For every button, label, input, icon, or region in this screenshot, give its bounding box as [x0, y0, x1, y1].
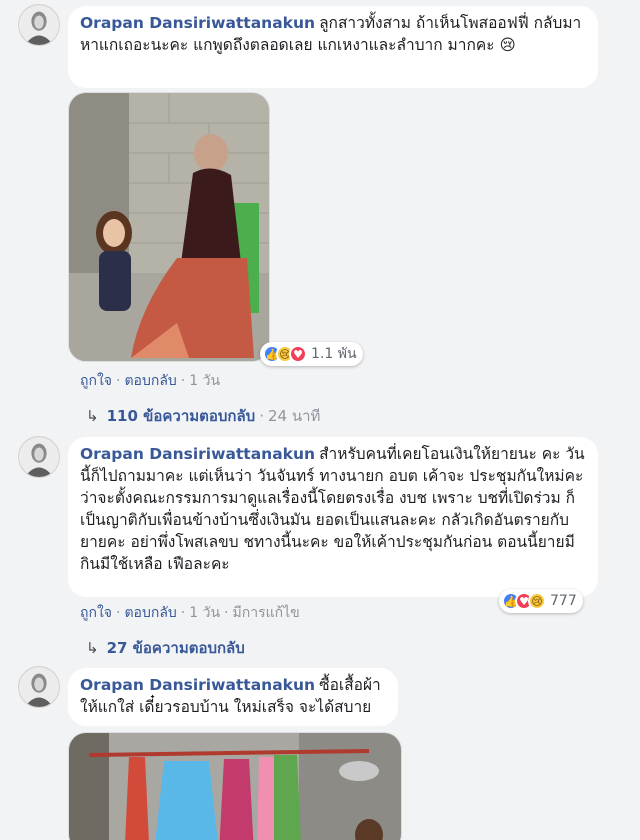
comment-actions: ถูกใจ · ตอบกลับ · 1 วัน — [80, 370, 220, 392]
sad-icon: 😢 — [528, 592, 546, 610]
comment-bubble: Orapan Dansiriwattanakun ซื้อเสื้อผ้าให้แ… — [68, 668, 398, 726]
separator: · — [259, 407, 264, 425]
avatar[interactable] — [18, 4, 60, 46]
comment-bubble: Orapan Dansiriwattanakun สำหรับคนที่เคยโอ… — [68, 437, 598, 597]
separator: · — [116, 373, 121, 389]
separator: · — [180, 605, 186, 621]
comment-text: สำหรับคนที่เคยโอนเงินให้ยายนะ คะ วันนี้ก… — [80, 445, 585, 573]
reaction-count: 1.1 พัน — [311, 346, 357, 362]
replies-count-link[interactable]: 110 ข้อความตอบกลับ — [107, 407, 256, 425]
reaction-summary[interactable]: 👍 😢 ♥ 1.1 พัน — [260, 342, 363, 366]
avatar[interactable] — [18, 436, 60, 478]
reply-button[interactable]: ตอบกลับ — [124, 373, 176, 389]
comment-author[interactable]: Orapan Dansiriwattanakun — [80, 14, 315, 32]
comment-author[interactable]: Orapan Dansiriwattanakun — [80, 445, 315, 463]
separator: · — [224, 605, 229, 621]
avatar[interactable] — [18, 666, 60, 708]
replies-count-link[interactable]: 27 ข้อความตอบกลับ — [107, 639, 245, 657]
comment-timestamp[interactable]: 1 วัน — [189, 373, 220, 389]
reaction-count: 777 — [550, 593, 577, 609]
reply-arrow-icon: ↳ — [86, 639, 99, 657]
view-replies[interactable]: ↳ 27 ข้อความตอบกลับ — [86, 636, 245, 660]
reply-arrow-icon: ↳ — [86, 407, 99, 425]
replies-timestamp: 24 นาที — [268, 407, 321, 425]
edited-label[interactable]: มีการแก้ไข — [233, 605, 300, 621]
comment-photo[interactable] — [68, 732, 402, 840]
view-replies[interactable]: ↳ 110 ข้อความตอบกลับ · 24 นาที — [86, 404, 320, 428]
like-button[interactable]: ถูกใจ — [80, 605, 112, 621]
comment-timestamp[interactable]: 1 วัน — [189, 605, 220, 621]
separator: · — [116, 605, 121, 621]
comment-bubble: Orapan Dansiriwattanakun ลูกสาวทั้งสาม ถ้… — [68, 6, 598, 88]
separator: · — [180, 373, 186, 389]
comment-photo[interactable] — [68, 92, 270, 362]
like-button[interactable]: ถูกใจ — [80, 373, 112, 389]
reply-button[interactable]: ตอบกลับ — [124, 605, 176, 621]
reaction-summary[interactable]: 👍 ♥ 😢 777 — [499, 589, 583, 613]
love-icon: ♥ — [289, 345, 307, 363]
comment-actions: ถูกใจ · ตอบกลับ · 1 วัน · มีการแก้ไข — [80, 602, 300, 624]
comment-author[interactable]: Orapan Dansiriwattanakun — [80, 676, 315, 694]
